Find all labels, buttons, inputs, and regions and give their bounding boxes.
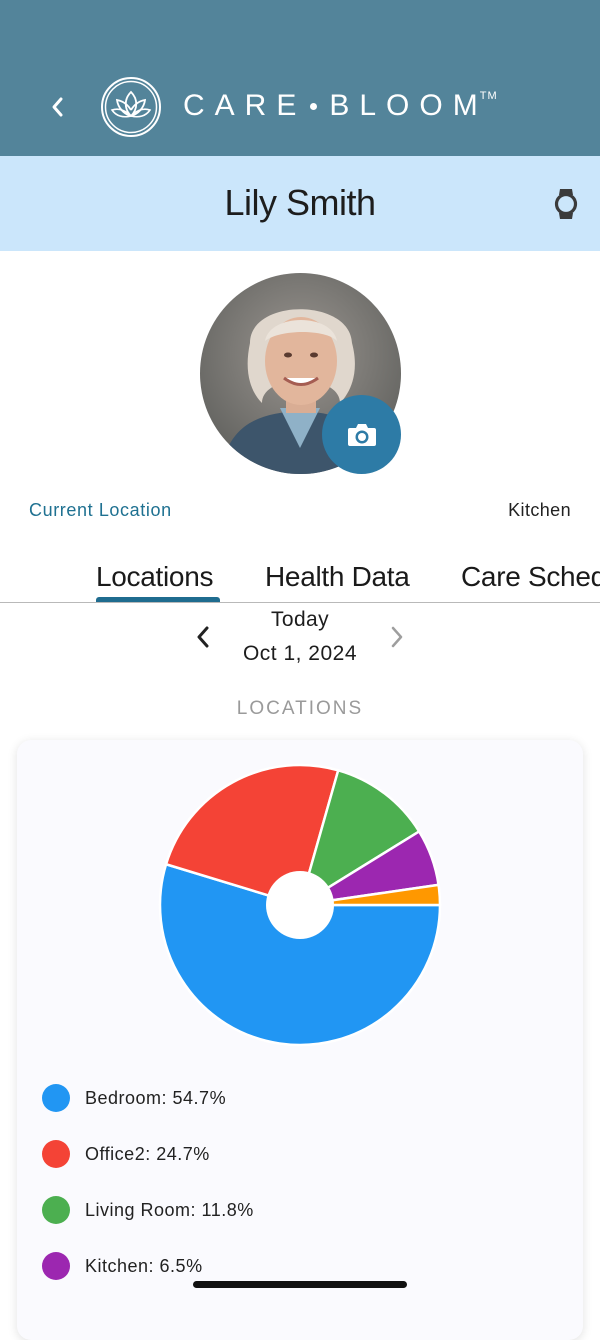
- smartwatch-icon: [554, 189, 578, 219]
- brand-dot: [310, 102, 318, 110]
- legend-item: Office2: 24.7%: [42, 1136, 542, 1192]
- tab-care-schedule[interactable]: Care Schedule: [461, 561, 600, 593]
- active-tab-indicator: [96, 597, 220, 602]
- camera-icon: [347, 423, 376, 446]
- date-relative-label: Today: [270, 608, 330, 631]
- legend-label: Living Room: 11.8%: [85, 1200, 254, 1220]
- current-location-value: Kitchen: [508, 500, 571, 520]
- back-button[interactable]: [40, 88, 74, 126]
- brand-left: CARE: [183, 89, 307, 122]
- chart-legend: Bedroom: 54.7% Office2: 24.7% Living Room:…: [42, 1080, 542, 1304]
- tab-health-data[interactable]: Health Data: [265, 561, 410, 593]
- watch-button[interactable]: [552, 186, 580, 222]
- lotus-icon: [101, 77, 161, 137]
- legend-swatch: [42, 1140, 70, 1168]
- date-navigator: Today Oct 1, 2024: [0, 604, 600, 674]
- legend-label: Office2: 24.7%: [85, 1144, 210, 1164]
- legend-item: Bedroom: 54.7%: [42, 1080, 542, 1136]
- legend-swatch: [42, 1196, 70, 1224]
- locations-pie-chart: [158, 763, 442, 1047]
- chevron-right-icon: [391, 626, 403, 648]
- trademark: TM: [479, 90, 498, 102]
- pie-center-hole: [266, 871, 334, 939]
- app-header: CARE BLOOM TM: [0, 0, 600, 156]
- brand-right: BLOOM: [329, 89, 488, 122]
- legend-item: Living Room: 11.8%: [42, 1192, 542, 1248]
- legend-item: Kitchen: 6.5%: [42, 1248, 542, 1304]
- current-location-label: Current Location: [29, 500, 172, 520]
- date-label: Oct 1, 2024: [242, 642, 358, 665]
- chevron-left-icon: [52, 97, 63, 117]
- legend-swatch: [42, 1252, 70, 1280]
- section-title: LOCATIONS: [236, 698, 364, 719]
- legend-swatch: [42, 1084, 70, 1112]
- resident-name: Lily Smith: [224, 182, 376, 223]
- brand-wordmark: CARE BLOOM TM: [183, 86, 498, 126]
- resident-bar: Lily Smith: [0, 156, 600, 251]
- legend-label: Bedroom: 54.7%: [85, 1088, 227, 1108]
- legend-label: Kitchen: 6.5%: [85, 1256, 203, 1276]
- tab-locations[interactable]: Locations: [96, 561, 213, 593]
- next-day-button[interactable]: [386, 622, 408, 652]
- change-photo-button[interactable]: [322, 395, 401, 474]
- tab-bar: Locations Health Data Care Schedule: [0, 555, 600, 603]
- home-indicator: [193, 1281, 407, 1288]
